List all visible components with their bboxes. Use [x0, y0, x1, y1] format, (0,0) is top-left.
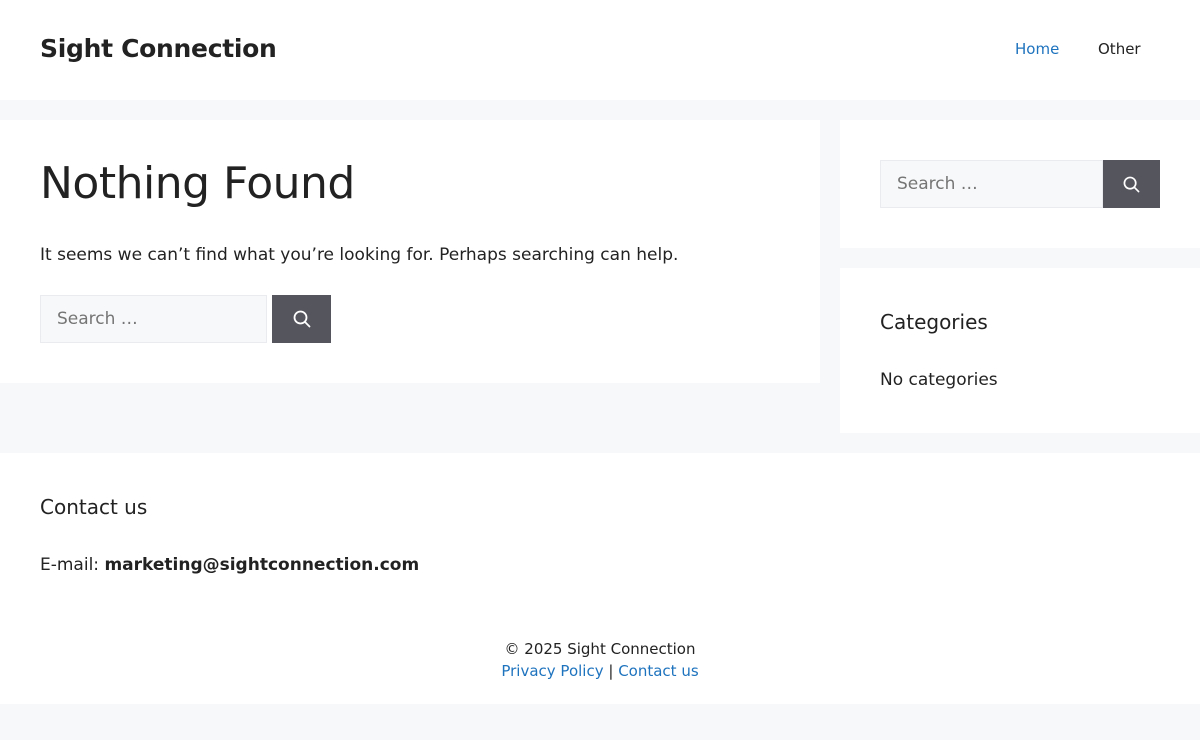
email-label: E-mail: — [40, 555, 105, 575]
search-button[interactable] — [272, 295, 331, 343]
copyright-text: © 2025 Sight Connection — [504, 640, 696, 658]
categories-empty-text: No categories — [880, 370, 998, 390]
categories-title: Categories — [880, 310, 988, 334]
footer-widgets: Contact us E-mail: marketing@sightconnec… — [0, 453, 1200, 613]
main-content: Nothing Found It seems we can’t find wha… — [0, 120, 820, 383]
contact-email: marketing@sightconnection.com — [104, 555, 420, 575]
link-separator: | — [603, 662, 619, 680]
search-icon — [1123, 176, 1140, 192]
site-title[interactable]: Sight Connection — [40, 34, 277, 63]
search-icon — [293, 310, 310, 328]
sidebar-search-input[interactable] — [880, 160, 1103, 208]
search-input[interactable] — [40, 295, 267, 343]
contact-us-link[interactable]: Contact us — [618, 662, 698, 680]
categories-widget: Categories No categories — [840, 268, 1200, 433]
footer-links: Privacy Policy | Contact us — [0, 662, 1200, 680]
nav-item-home[interactable]: Home — [1015, 40, 1059, 58]
not-found-message: It seems we can’t find what you’re looki… — [40, 245, 679, 265]
nav-item-other[interactable]: Other — [1098, 40, 1141, 58]
contact-email-line: E-mail: marketing@sightconnection.com — [40, 555, 419, 575]
sidebar-search-button[interactable] — [1103, 160, 1160, 208]
contact-title: Contact us — [40, 495, 148, 519]
page-title: Nothing Found — [40, 158, 355, 209]
sidebar-search-widget — [840, 120, 1200, 248]
site-header: Sight Connection Home Other — [0, 0, 1200, 100]
site-footer: © 2025 Sight Connection Privacy Policy |… — [0, 613, 1200, 704]
privacy-policy-link[interactable]: Privacy Policy — [501, 662, 603, 680]
